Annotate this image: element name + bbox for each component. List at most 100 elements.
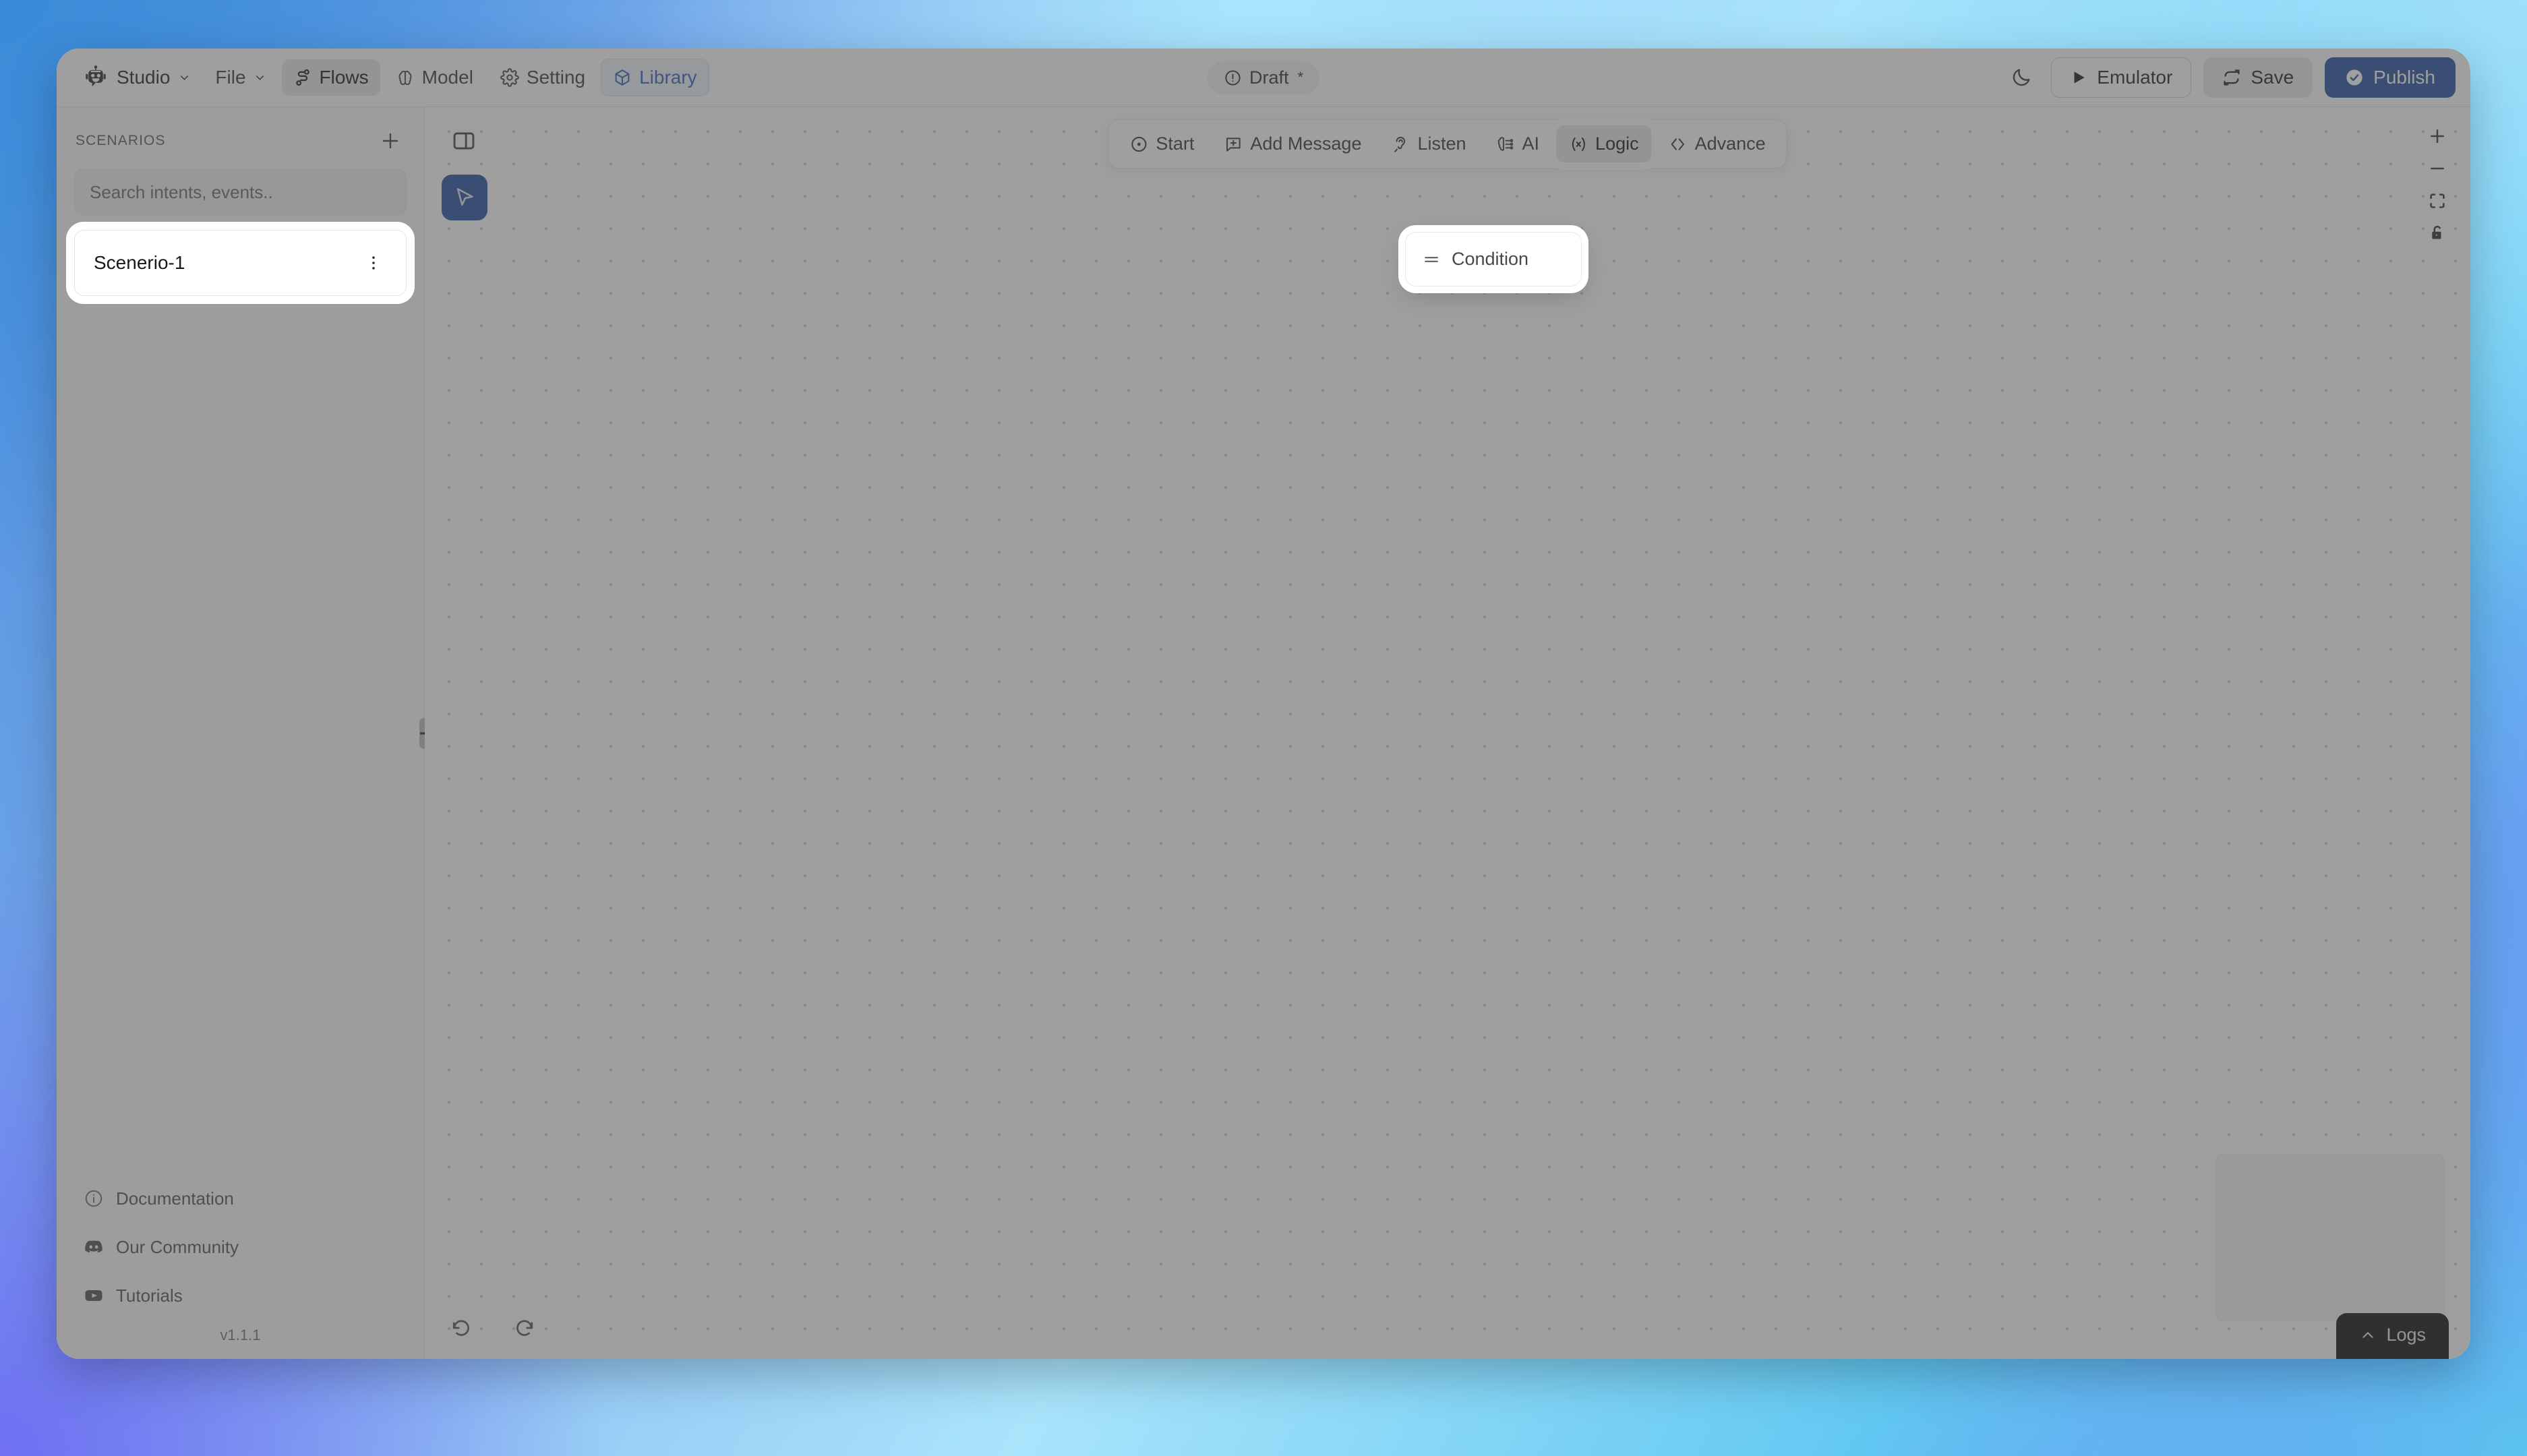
ear-icon (1391, 135, 1410, 154)
status-badge-draft[interactable]: Draft * (1207, 61, 1320, 94)
node-button-listen[interactable]: Listen (1378, 125, 1479, 162)
brand-label: Studio (117, 67, 171, 88)
robot-icon (83, 65, 109, 90)
node-button-advance[interactable]: Advance (1656, 125, 1779, 162)
fit-view-icon (2427, 191, 2447, 211)
node-logic-label: Logic (1595, 133, 1639, 154)
panel-toggle-icon (451, 128, 477, 154)
status-label: Draft (1249, 67, 1289, 88)
scenarios-sidebar: SCENARIOS Scenerio-1 (57, 107, 429, 1359)
canvas-zoom-controls (2418, 121, 2457, 249)
undo-button[interactable] (444, 1309, 479, 1344)
node-listen-label: Listen (1417, 133, 1466, 154)
dropdown-item-condition[interactable]: Condition (1413, 241, 1574, 278)
info-circle-icon (84, 1188, 104, 1209)
node-advance-label: Advance (1694, 133, 1766, 154)
menu-item-model[interactable]: Model (384, 59, 485, 96)
save-button[interactable]: Save (2203, 57, 2313, 98)
canvas-minimap[interactable] (2216, 1154, 2445, 1321)
sidebar-item-tutorials[interactable]: Tutorials (74, 1271, 407, 1320)
emulator-label: Emulator (2097, 67, 2173, 88)
search-input[interactable] (90, 181, 391, 203)
condition-lines-icon (1422, 250, 1441, 269)
menu-item-library[interactable]: Library (601, 59, 709, 96)
chevron-up-icon (2359, 1327, 2377, 1344)
menu-item-setting[interactable]: Setting (489, 59, 597, 96)
publish-button[interactable]: Publish (2325, 57, 2456, 98)
header-actions-group: Emulator Save Publish (2004, 57, 2456, 98)
canvas-history-controls (444, 1309, 542, 1344)
brain-icon (396, 68, 415, 87)
ai-chip-icon (1496, 135, 1515, 154)
sync-icon (2222, 68, 2241, 87)
play-icon (2070, 69, 2087, 86)
menu-item-flows[interactable]: Flows (281, 59, 380, 96)
header-menu-group: Studio File Flows Model Setting Library (74, 59, 709, 96)
undo-icon (450, 1315, 473, 1338)
lock-canvas-button[interactable] (2418, 218, 2457, 249)
app-body: SCENARIOS Scenerio-1 (57, 107, 2470, 1359)
node-button-logic[interactable]: Logic (1556, 125, 1652, 162)
node-ai-label: AI (1522, 133, 1540, 154)
logic-dropdown-menu: Condition (1405, 232, 1582, 286)
panel-toggle-button[interactable] (445, 122, 483, 160)
redo-icon (513, 1315, 536, 1338)
cube-icon (613, 68, 632, 87)
brand-studio-menu[interactable]: Studio (74, 59, 200, 96)
scenario-list: Scenerio-1 (57, 230, 424, 296)
emulator-button[interactable]: Emulator (2051, 57, 2192, 98)
sidebar-title: SCENARIOS (76, 133, 166, 148)
menu-model-label: Model (421, 67, 473, 88)
save-label: Save (2251, 67, 2294, 88)
add-scenario-button[interactable] (376, 126, 405, 156)
flow-canvas[interactable]: Start Add Message Listen AI Logic Advanc… (425, 107, 2470, 1359)
sidebar-item-documentation[interactable]: Documentation (74, 1174, 407, 1223)
sidebar-documentation-label: Documentation (116, 1188, 234, 1209)
scenario-list-item[interactable]: Scenerio-1 (74, 230, 407, 296)
cursor-pointer-icon (452, 185, 477, 210)
sidebar-header: SCENARIOS (57, 107, 424, 165)
app-version-label: v1.1.1 (220, 1327, 261, 1343)
kebab-menu-icon (364, 253, 383, 272)
logs-button[interactable]: Logs (2336, 1313, 2449, 1359)
node-button-ai[interactable]: AI (1483, 125, 1553, 162)
minus-icon (2427, 158, 2447, 179)
publish-label: Publish (2373, 67, 2435, 88)
function-icon (1569, 135, 1588, 154)
menu-setting-label: Setting (526, 67, 586, 88)
sidebar-item-our-community[interactable]: Our Community (74, 1223, 407, 1271)
flows-icon (293, 68, 312, 87)
cursor-tool-button[interactable] (442, 175, 487, 220)
check-circle-icon (2345, 68, 2364, 87)
scenario-options-button[interactable] (359, 248, 388, 278)
alert-circle-icon (1224, 69, 1242, 87)
scenario-name: Scenerio-1 (94, 252, 185, 273)
status-modified-marker: * (1297, 69, 1304, 86)
search-field-wrapper[interactable] (74, 169, 407, 215)
logs-label: Logs (2386, 1325, 2426, 1345)
node-toolbar: Start Add Message Listen AI Logic Advanc… (1108, 119, 1787, 169)
node-button-start[interactable]: Start (1117, 125, 1207, 162)
redo-button[interactable] (507, 1309, 542, 1344)
message-plus-icon (1224, 135, 1243, 154)
zoom-in-button[interactable] (2418, 121, 2457, 152)
header-status-group: Draft * (1207, 61, 1320, 94)
theme-toggle-button[interactable] (2004, 60, 2039, 95)
chevron-down-icon (178, 71, 191, 84)
target-icon (1129, 135, 1148, 154)
app-header: Studio File Flows Model Setting Library … (57, 49, 2470, 107)
youtube-icon (84, 1285, 104, 1306)
menu-file-label: File (215, 67, 246, 88)
lock-icon (2427, 223, 2447, 243)
sidebar-our-community-label: Our Community (116, 1236, 239, 1257)
plus-icon (380, 130, 401, 152)
node-start-label: Start (1156, 133, 1195, 154)
node-button-add-message[interactable]: Add Message (1211, 125, 1374, 162)
zoom-out-button[interactable] (2418, 153, 2457, 184)
gear-icon (500, 68, 519, 87)
menu-library-label: Library (639, 67, 697, 88)
fit-view-button[interactable] (2418, 185, 2457, 216)
app-window: Studio File Flows Model Setting Library … (57, 49, 2470, 1359)
code-brackets-icon (1669, 135, 1688, 154)
menu-item-file[interactable]: File (204, 59, 277, 96)
